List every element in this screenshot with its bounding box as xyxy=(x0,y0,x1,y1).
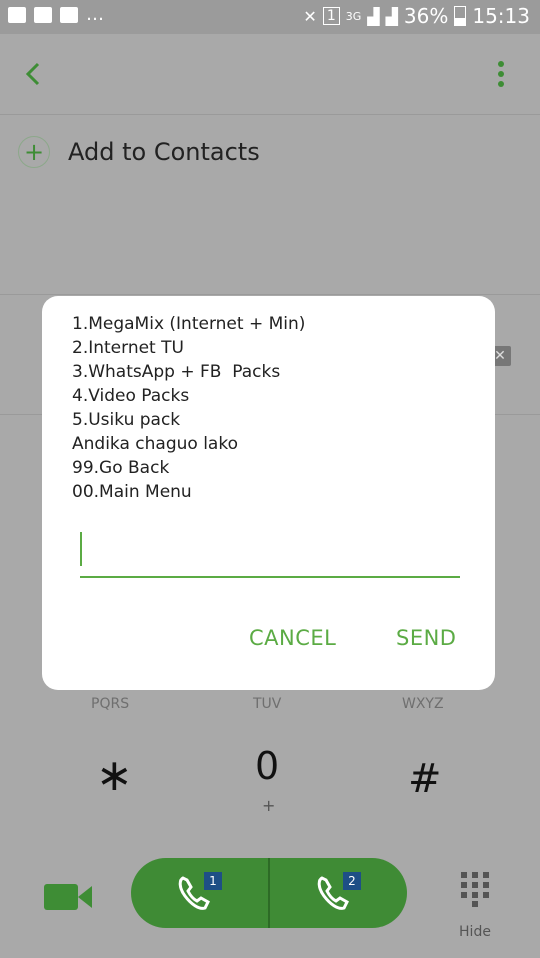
hide-label: Hide xyxy=(459,924,491,940)
mute-icon: ✕ xyxy=(303,6,317,26)
ussd-reply-input[interactable] xyxy=(80,528,460,578)
call-sim2-button[interactable]: 2 xyxy=(270,858,407,928)
key-hash[interactable]: # xyxy=(408,756,442,802)
image-icon xyxy=(34,7,52,23)
signal-icon: ▟ xyxy=(367,6,380,26)
sim1-badge: 1 xyxy=(204,872,222,890)
keypad-icon xyxy=(461,872,489,907)
notification-icons: … xyxy=(8,4,104,25)
key-letters-7: PQRS xyxy=(91,696,130,712)
menu-line: 2.Internet TU xyxy=(72,338,184,358)
more-notifications-icon: … xyxy=(86,4,104,25)
sim2-badge: 2 xyxy=(343,872,361,890)
battery-percent: 36% xyxy=(403,4,449,28)
system-icons: ✕ 1 3G ▟ ▟ 36% 15:13 xyxy=(303,4,530,28)
signal2-icon: ▟ xyxy=(385,6,398,26)
hide-keypad-button[interactable]: Hide xyxy=(455,860,495,940)
key-zero[interactable]: 0 xyxy=(255,744,279,788)
menu-line: 3.WhatsApp + FB Packs xyxy=(72,362,281,382)
status-bar: … ✕ 1 3G ▟ ▟ 36% 15:13 xyxy=(0,0,540,34)
menu-line: Andika chaguo lako xyxy=(72,434,238,454)
more-vert-icon[interactable] xyxy=(496,60,506,90)
cancel-button[interactable]: CANCEL xyxy=(249,626,336,650)
menu-line: 4.Video Packs xyxy=(72,386,190,406)
call-sim1-button[interactable]: 1 xyxy=(131,858,268,928)
add-to-contacts-row[interactable]: + Add to Contacts xyxy=(0,114,540,194)
sim-indicator: 1 xyxy=(322,7,340,25)
send-button[interactable]: SEND xyxy=(396,626,456,650)
keypad-letters: PQRS TUV WXYZ xyxy=(0,696,540,716)
key-zero-plus: + xyxy=(262,796,276,815)
video-call-icon[interactable] xyxy=(44,880,94,914)
add-icon: + xyxy=(18,136,50,168)
call-button-group: 1 2 xyxy=(131,858,407,928)
text-cursor xyxy=(80,532,82,566)
key-letters-9: WXYZ xyxy=(402,696,444,712)
app-bar xyxy=(0,34,540,114)
ussd-dialog: 1.MegaMix (Internet + Min) 2.Internet TU… xyxy=(42,296,495,690)
key-star[interactable]: ∗ xyxy=(96,750,133,801)
menu-line: 1.MegaMix (Internet + Min) xyxy=(72,314,306,334)
clock: 15:13 xyxy=(472,4,530,28)
divider xyxy=(0,294,540,295)
network-type: 3G xyxy=(345,9,362,23)
dialer-dock: 1 2 Hide xyxy=(0,850,540,958)
menu-line: 00.Main Menu xyxy=(72,482,192,502)
back-arrow-icon[interactable] xyxy=(20,58,48,90)
battery-icon xyxy=(454,6,467,26)
ussd-message: 1.MegaMix (Internet + Min) 2.Internet TU… xyxy=(72,312,305,504)
menu-line: 5.Usiku pack xyxy=(72,410,181,430)
add-to-contacts-label: Add to Contacts xyxy=(68,138,260,166)
menu-line: 99.Go Back xyxy=(72,458,170,478)
message-icon xyxy=(8,7,26,23)
mail-icon xyxy=(60,7,78,23)
key-letters-8: TUV xyxy=(253,696,282,712)
